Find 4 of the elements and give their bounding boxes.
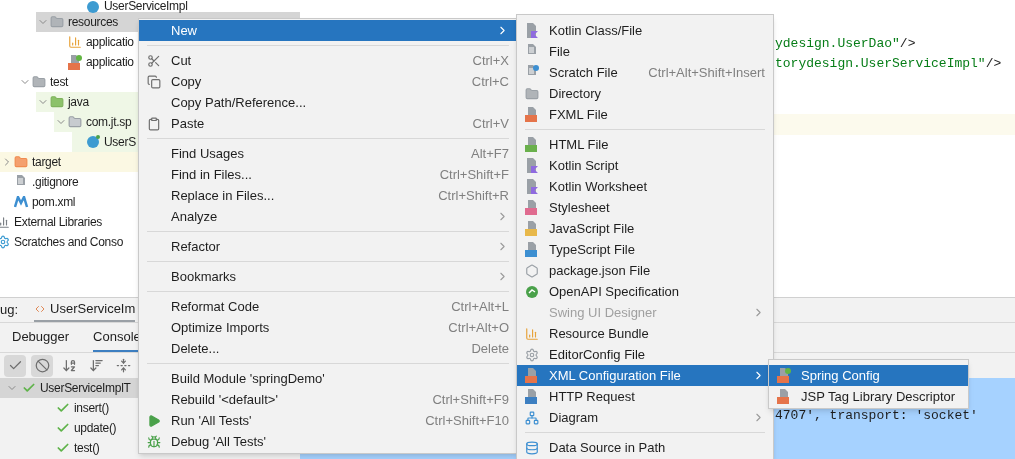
code-line: torydesign.UserServiceImpl"/> xyxy=(775,55,1002,73)
console-line: 4707', transport: 'socket' xyxy=(775,408,978,423)
panel-label: ug: xyxy=(0,301,19,320)
code-line: ydesign.UserDao"/> xyxy=(775,35,916,53)
